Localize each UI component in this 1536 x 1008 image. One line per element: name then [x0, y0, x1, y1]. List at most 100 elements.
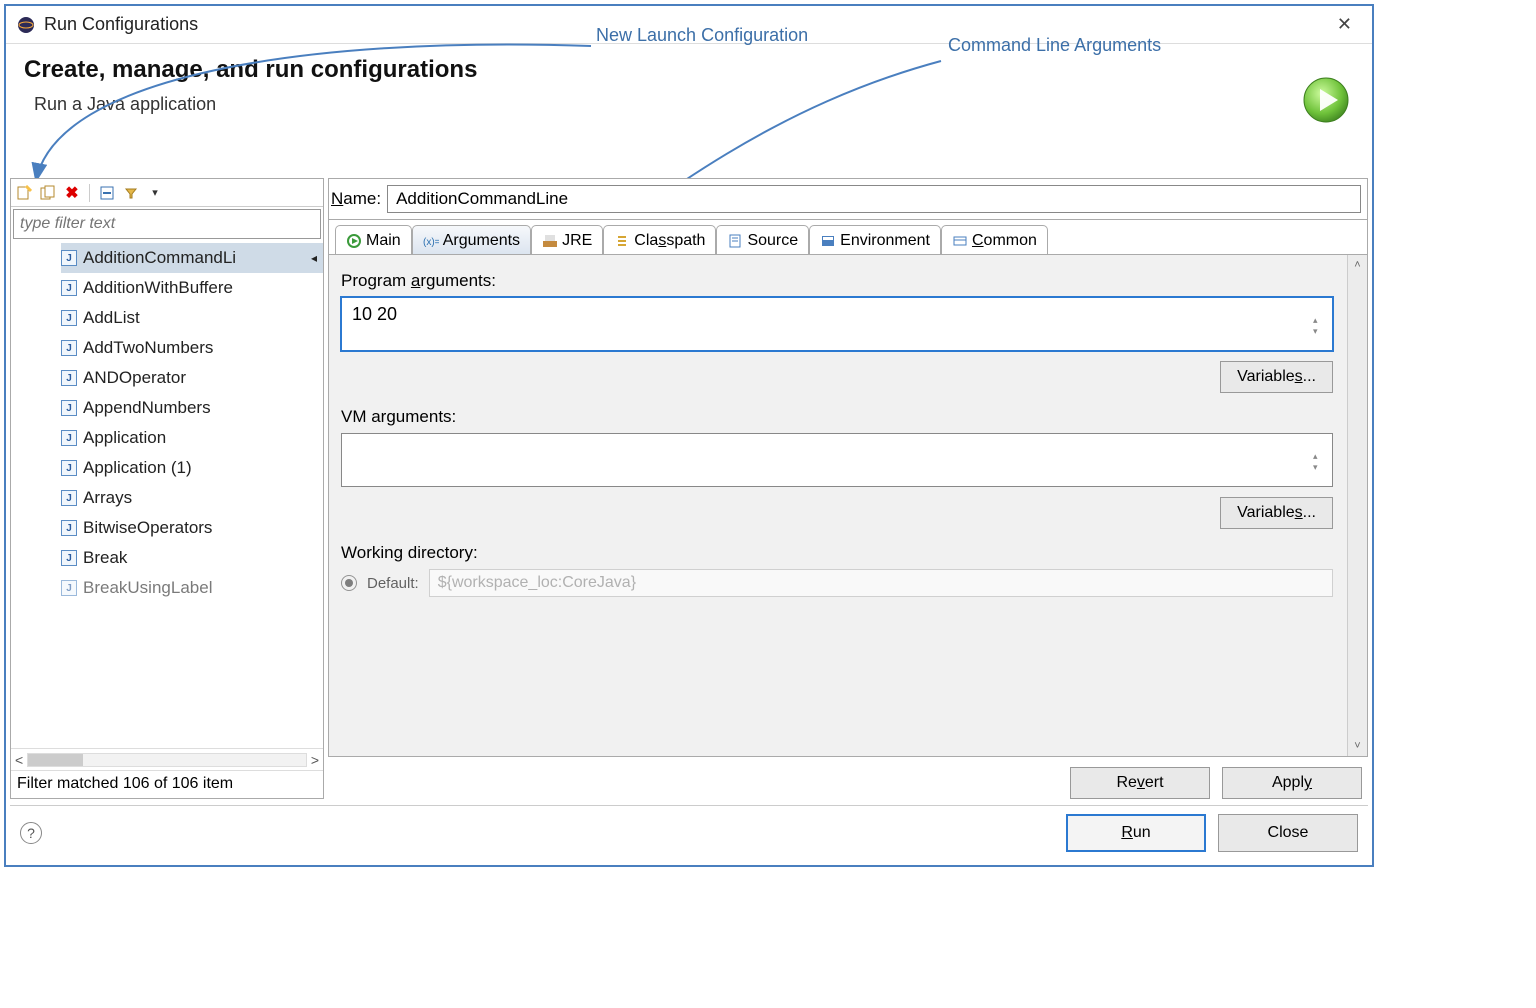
window-title: Run Configurations	[44, 14, 1327, 35]
config-tree[interactable]: JAdditionCommandLi◂ JAdditionWithBuffere…	[11, 241, 323, 748]
tree-item[interactable]: J AddList	[61, 303, 323, 333]
spinner-up-icon[interactable]: ▴	[1313, 452, 1329, 461]
jre-tab-icon	[542, 233, 558, 249]
toolbar-menu-button[interactable]: ▾	[146, 184, 164, 202]
java-config-icon: J	[61, 280, 77, 296]
tree-item-label: AddList	[83, 308, 140, 328]
default-radio-label: Default:	[367, 575, 419, 592]
header-subtitle: Run a Java application	[24, 94, 1354, 115]
tree-item[interactable]: J AppendNumbers	[61, 393, 323, 423]
java-config-icon: J	[61, 340, 77, 356]
java-config-icon: J	[61, 550, 77, 566]
tree-item-label: Break	[83, 548, 127, 568]
duplicate-button[interactable]	[39, 184, 57, 202]
tab-arguments[interactable]: (x)=Arguments	[412, 225, 531, 255]
tree-item-label: AppendNumbers	[83, 398, 211, 418]
scroll-up-icon[interactable]: ˄	[1354, 255, 1360, 275]
help-icon[interactable]: ?	[20, 822, 42, 844]
default-radio[interactable]	[341, 575, 357, 591]
tree-item-label: AdditionCommandLi	[83, 248, 236, 268]
collapse-all-button[interactable]	[98, 184, 116, 202]
textarea-spinner[interactable]: ▴▾	[1313, 452, 1329, 472]
vm-args-label: VM arguments:	[341, 407, 1333, 427]
scrollbar-track[interactable]	[27, 753, 307, 767]
vm-variables-button[interactable]: Variables...	[1220, 497, 1333, 529]
tree-item[interactable]: JANDOperator	[61, 363, 323, 393]
tab-strip: Main (x)=Arguments JRE Classpath Source …	[329, 220, 1367, 254]
textarea-spinner[interactable]: ▴▾	[1313, 316, 1329, 336]
tab-jre[interactable]: JRE	[531, 225, 603, 255]
tree-item-label: Application	[83, 428, 166, 448]
tab-classpath[interactable]: Classpath	[603, 225, 716, 255]
tree-item[interactable]: J Arrays	[61, 483, 323, 513]
tab-source[interactable]: Source	[716, 225, 809, 255]
close-button[interactable]: Close	[1218, 814, 1358, 852]
program-args-label: Program arguments:	[341, 271, 1333, 291]
dialog-header: Create, manage, and run configurations R…	[6, 44, 1372, 123]
tree-item[interactable]: JApplication (1)	[61, 453, 323, 483]
tree-item-label: AddTwoNumbers	[83, 338, 213, 358]
tree-item[interactable]: J Break	[61, 543, 323, 573]
close-icon[interactable]: ✕	[1327, 10, 1362, 39]
title-bar[interactable]: Run Configurations ✕	[6, 6, 1372, 44]
tree-item-label: BreakUsingLabel	[83, 578, 212, 598]
tree-item[interactable]: J BreakUsingLabel	[61, 573, 323, 603]
java-config-icon: J	[61, 400, 77, 416]
program-variables-button[interactable]: Variables...	[1220, 361, 1333, 393]
main-tab-icon	[346, 233, 362, 249]
spinner-down-icon[interactable]: ▾	[1313, 327, 1329, 336]
scroll-down-icon[interactable]: ˅	[1354, 736, 1360, 756]
filter-input[interactable]	[13, 209, 321, 239]
name-input[interactable]	[387, 185, 1361, 213]
java-config-icon: J	[61, 370, 77, 386]
tab-main[interactable]: Main	[335, 225, 412, 255]
java-config-icon: J	[61, 490, 77, 506]
java-config-icon: J	[61, 310, 77, 326]
name-label: Name:	[331, 189, 381, 209]
tree-item[interactable]: JBitwiseOperators	[61, 513, 323, 543]
left-toolbar: ✖ ▾	[11, 179, 323, 207]
environment-tab-icon	[820, 233, 836, 249]
java-config-icon: J	[61, 580, 77, 596]
program-args-input[interactable]: 10 20	[341, 297, 1333, 351]
tab-common[interactable]: Common	[941, 225, 1048, 255]
vm-args-input[interactable]	[341, 433, 1333, 487]
scroll-right-icon[interactable]: >	[311, 752, 319, 768]
bottom-bar: ? Run Close	[10, 805, 1368, 859]
arguments-tab-icon: (x)=	[423, 233, 439, 249]
spinner-up-icon[interactable]: ▴	[1313, 316, 1329, 325]
delete-button[interactable]: ✖	[63, 184, 81, 202]
tree-item-label: BitwiseOperators	[83, 518, 212, 538]
tree-item[interactable]: JAdditionCommandLi◂	[61, 243, 323, 273]
scrollbar-thumb[interactable]	[28, 754, 83, 766]
default-working-dir-value: ${workspace_loc:CoreJava}	[429, 569, 1333, 597]
header-title: Create, manage, and run configurations	[24, 56, 1354, 84]
filter-button[interactable]	[122, 184, 140, 202]
working-dir-label: Working directory:	[341, 543, 1333, 563]
run-button[interactable]: Run	[1066, 814, 1206, 852]
horizontal-scrollbar[interactable]: < >	[11, 748, 323, 770]
tab-body-arguments: Program arguments: 10 20 ▴▾ Variables...…	[328, 254, 1368, 757]
revert-button[interactable]: Revert	[1070, 767, 1210, 799]
vertical-scrollbar[interactable]: ˄ ˅	[1347, 255, 1367, 756]
svg-text:(x)=: (x)=	[423, 237, 439, 248]
toolbar-separator	[89, 184, 90, 202]
tree-item[interactable]: J AddTwoNumbers	[61, 333, 323, 363]
classpath-tab-icon	[614, 233, 630, 249]
tree-item[interactable]: J Application	[61, 423, 323, 453]
eclipse-icon	[16, 15, 36, 35]
left-pane: ✖ ▾ JAdditionCommandLi◂ JAdditionWithBuf…	[10, 178, 324, 799]
tree-item[interactable]: J AdditionWithBuffere	[61, 273, 323, 303]
scroll-left-icon[interactable]: <	[15, 752, 23, 768]
tab-environment[interactable]: Environment	[809, 225, 941, 255]
source-tab-icon	[727, 233, 743, 249]
tree-item-label: AdditionWithBuffere	[83, 278, 233, 298]
filter-status: Filter matched 106 of 106 item	[11, 770, 323, 798]
apply-button[interactable]: Apply	[1222, 767, 1362, 799]
java-config-icon: J	[61, 250, 77, 266]
new-launch-config-button[interactable]	[15, 184, 33, 202]
java-config-icon: J	[61, 430, 77, 446]
spinner-down-icon[interactable]: ▾	[1313, 463, 1329, 472]
tree-item-label: Arrays	[83, 488, 132, 508]
run-icon	[1300, 74, 1352, 126]
